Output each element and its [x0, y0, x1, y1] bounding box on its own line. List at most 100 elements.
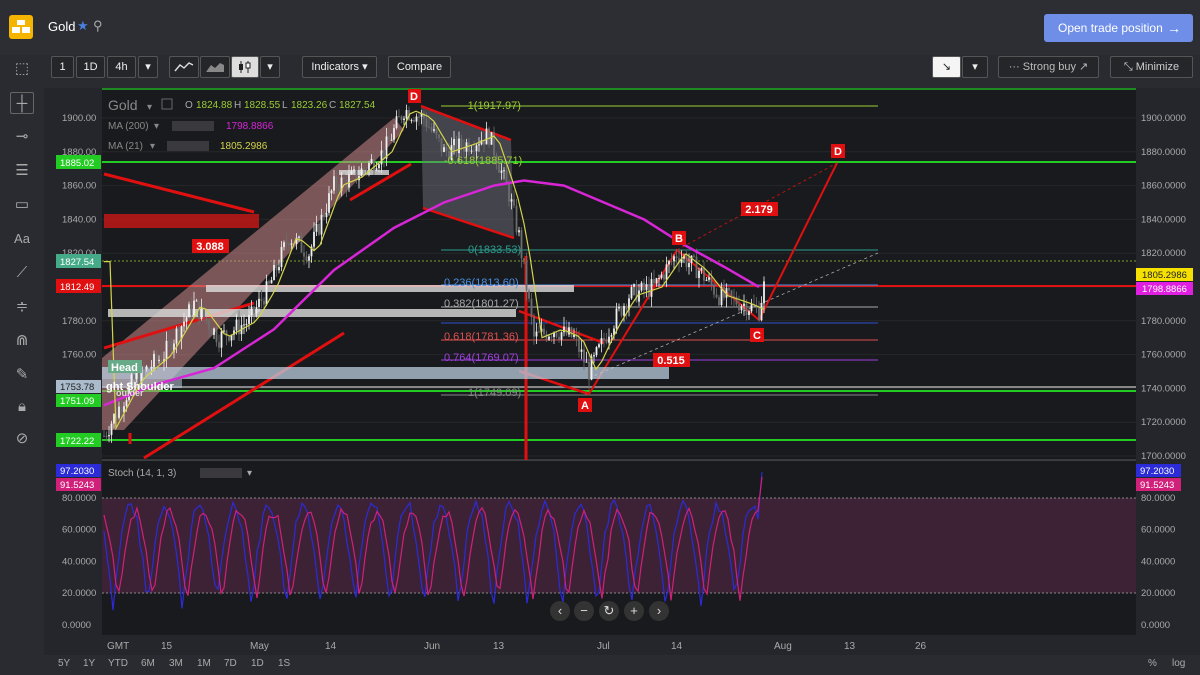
candle-body — [750, 304, 753, 312]
ratio-2179: 2.179 — [745, 204, 773, 216]
interval-1d-button[interactable]: 1D — [76, 56, 105, 78]
candle-body — [235, 319, 238, 331]
arrow-right-icon: → — [1167, 20, 1181, 36]
range-1m[interactable]: 1M — [197, 658, 211, 669]
time-label: May — [250, 641, 269, 652]
app-logo[interactable] — [9, 15, 33, 39]
stoch-tick-right: 0.0000 — [1141, 620, 1170, 631]
candle-body — [558, 336, 560, 340]
area-chart-icon — [206, 63, 224, 72]
range-7d[interactable]: 7D — [224, 658, 237, 669]
trend-dropdown-button[interactable]: ▾ — [962, 56, 988, 78]
price-tick-right: 1900.0000 — [1141, 113, 1186, 124]
range-3m[interactable]: 3M — [169, 658, 183, 669]
badge-ma200: 1798.8866 — [1142, 284, 1187, 295]
open-trade-position-button[interactable]: Open trade position → — [1044, 14, 1193, 42]
candle-body — [378, 164, 380, 169]
symbol-name[interactable]: Gold — [48, 19, 75, 34]
indicators-button[interactable]: Indicators ▾ — [302, 56, 377, 78]
interval-1-button[interactable]: 1 — [51, 56, 74, 78]
candle-body — [453, 138, 455, 146]
indicators-label: Indicators — [311, 61, 360, 73]
range-6m[interactable]: 6M — [141, 658, 155, 669]
rectangle-icon[interactable]: ▭ — [10, 194, 34, 216]
candle-body — [120, 406, 123, 413]
horizontal-lines-icon[interactable]: ☰ — [10, 160, 34, 182]
chart-toggle-icon[interactable]: ⬚ — [10, 58, 34, 80]
candle-body — [763, 281, 765, 304]
legend-symbol: Gold — [108, 97, 138, 113]
favorite-star-icon[interactable]: ★ — [77, 18, 89, 34]
search-icon[interactable]: ⚲ — [93, 18, 103, 34]
legend-stoch-controls[interactable] — [200, 468, 242, 478]
candle-body — [318, 223, 320, 235]
candle-body — [320, 214, 323, 235]
candle-body — [443, 147, 445, 152]
legend-ma21-controls[interactable] — [167, 141, 209, 151]
lock-icon[interactable]: 🔒︎ — [10, 396, 34, 418]
reset-icon: ↻ — [604, 603, 615, 618]
pattern-tool-icon[interactable]: ⟋ — [10, 262, 34, 284]
candle-body — [400, 116, 403, 120]
strong-buy-button[interactable]: ··· Strong buy ↗ — [998, 56, 1099, 78]
legend-c-label: C — [329, 100, 336, 111]
candle-body — [585, 361, 588, 363]
candle-body — [245, 323, 248, 325]
area-chart-type-button[interactable] — [200, 56, 230, 78]
badge-1812: 1812.49 — [60, 282, 94, 293]
interval-dropdown-button[interactable]: ▾ — [138, 56, 158, 78]
candle-body — [653, 279, 655, 284]
candle-body — [528, 290, 530, 299]
line-chart-icon — [174, 62, 194, 72]
candle-body — [525, 260, 528, 291]
candle-body — [618, 307, 620, 309]
eye-hide-icon[interactable]: ⊘ — [10, 428, 34, 450]
stoch-tick-left: 20.0000 — [62, 588, 96, 599]
trend-direction-button[interactable]: ↘ — [932, 56, 961, 78]
candle-body — [360, 168, 363, 177]
minimize-button[interactable]: ⤡ Minimize — [1110, 56, 1193, 78]
range-1d[interactable]: 1D — [251, 658, 264, 669]
line-chart-type-button[interactable] — [169, 56, 199, 78]
chevron-right-icon: › — [657, 603, 661, 618]
interval-4h-button[interactable]: 4h — [107, 56, 136, 78]
legend-ma200-controls[interactable] — [172, 121, 214, 131]
chart-area[interactable]: -1(1917.97) -0.618(1885.71) 0(1833.53) 0… — [44, 88, 1200, 655]
candle-body — [640, 282, 643, 291]
fibonacci-icon[interactable]: ≑ — [10, 296, 34, 318]
range-1y[interactable]: 1Y — [83, 658, 95, 669]
crosshair-icon[interactable]: ┼ — [10, 92, 34, 114]
candle-body — [748, 311, 750, 316]
candle-chart-type-button[interactable] — [231, 56, 259, 78]
percent-scale-toggle[interactable]: % — [1148, 658, 1157, 669]
range-5y[interactable]: 5Y — [58, 658, 70, 669]
fib-label-0618: 0.618(1781.36) — [444, 331, 519, 343]
candle-body — [365, 169, 368, 171]
minimize-icon: ⤡ — [1123, 61, 1136, 73]
candle-body — [655, 278, 658, 284]
candle-body — [693, 255, 695, 257]
range-ytd[interactable]: YTD — [108, 658, 128, 669]
log-scale-toggle[interactable]: log — [1172, 658, 1185, 669]
candle-body — [670, 261, 673, 263]
trend-line-icon[interactable]: ⊸ — [10, 126, 34, 148]
candle-body — [505, 170, 508, 184]
text-tool-icon[interactable]: Aa — [10, 228, 34, 250]
candle-body — [223, 330, 225, 332]
price-tick-right: 1880.0000 — [1141, 147, 1186, 158]
price-chart-svg[interactable]: -1(1917.97) -0.618(1885.71) 0(1833.53) 0… — [44, 88, 1200, 655]
compare-button[interactable]: Compare — [388, 56, 451, 78]
badge-1751: 1751.09 — [60, 396, 94, 407]
candle-body — [418, 116, 420, 118]
chart-type-dropdown-button[interactable]: ▾ — [260, 56, 280, 78]
candle-body — [550, 336, 553, 338]
candle-body — [243, 324, 245, 326]
candle-body — [353, 169, 355, 171]
candle-body — [700, 268, 703, 271]
pencil-icon[interactable]: ✎ — [10, 364, 34, 386]
magnet-icon[interactable]: ⋒ — [10, 330, 34, 352]
candle-body — [738, 304, 740, 311]
candle-body — [718, 297, 720, 306]
range-1s[interactable]: 1S — [278, 658, 290, 669]
candle-body — [698, 270, 700, 279]
